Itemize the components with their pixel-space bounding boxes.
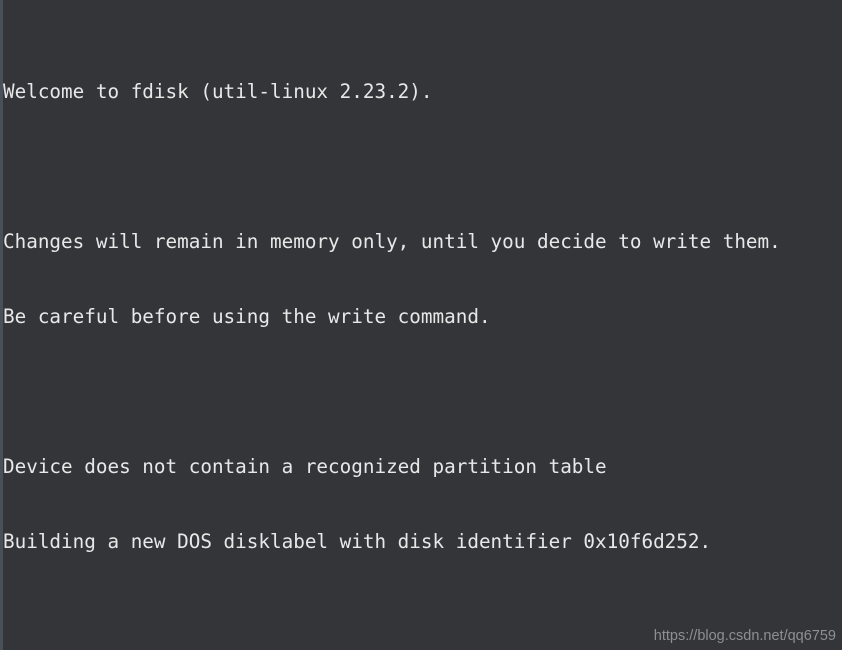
- terminal-line: Welcome to fdisk (util-linux 2.23.2).: [3, 80, 433, 103]
- watermark-url: https://blog.csdn.net/qq6759: [653, 628, 836, 644]
- terminal-line: Changes will remain in memory only, unti…: [3, 230, 781, 253]
- terminal-output: Welcome to fdisk (util-linux 2.23.2). Ch…: [3, 0, 842, 650]
- terminal-line: Building a new DOS disklabel with disk i…: [3, 530, 712, 553]
- terminal-line: Device does not contain a recognized par…: [3, 455, 607, 478]
- terminal-window[interactable]: Welcome to fdisk (util-linux 2.23.2). Ch…: [0, 0, 842, 650]
- terminal-line: Be careful before using the write comman…: [3, 305, 491, 328]
